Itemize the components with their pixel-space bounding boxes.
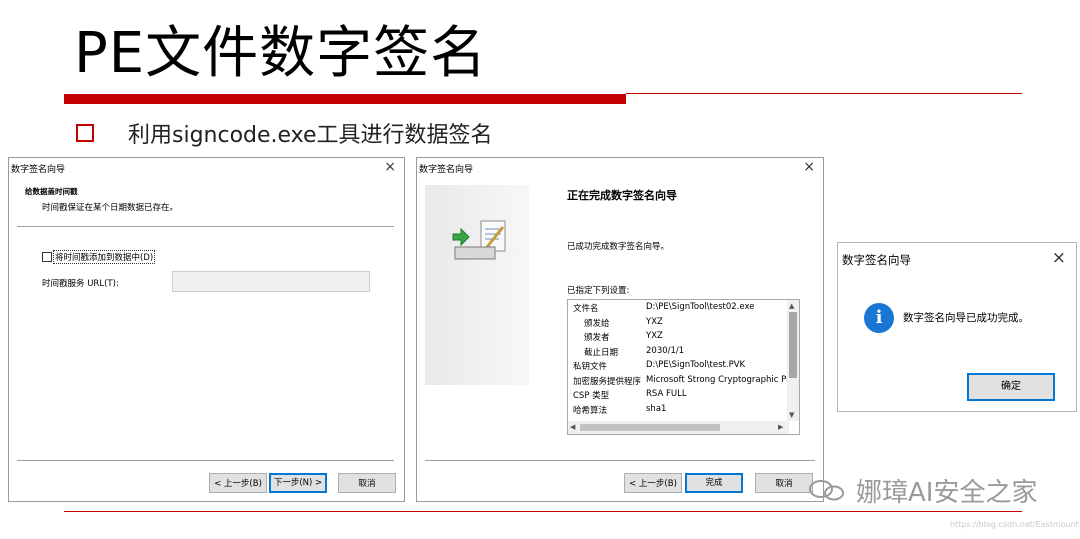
success-dialog: 数字签名向导 × i 数字签名向导已成功完成。 确定 [837,242,1077,412]
cancel-button[interactable]: 取消 [755,473,813,493]
setting-key: 哈希算法 [573,405,608,416]
info-icon: i [864,303,894,333]
setting-value: Microsoft Strong Cryptographic Pr [646,374,790,385]
scroll-up-icon[interactable]: ▲ [789,301,794,311]
window-titlebar: 数字签名向导 × [417,158,823,178]
divider [425,460,815,461]
success-message: 已成功完成数字签名向导。 [567,242,670,252]
setting-key: 加密服务提供程序 [573,376,642,387]
setting-value: D:\PE\SignTool\test.PVK [646,360,746,370]
title-underline-bar [64,94,626,104]
scroll-down-icon[interactable]: ▼ [789,410,794,420]
next-button[interactable]: 下一步(N) > [269,473,327,493]
scrollbar-thumb[interactable] [789,312,797,378]
finish-button[interactable]: 完成 [685,473,743,493]
bullet-text: 利用signcode.exe工具进行数据签名 [128,123,493,148]
horizontal-scrollbar[interactable]: ◀ ▶ [568,421,789,434]
setting-key: 截止日期 [584,347,619,358]
footer-line [64,511,1022,512]
watermark-url: https://blog.csdn.net/Eastmount [950,520,1079,529]
slide-title: PE文件数字签名 [74,21,488,86]
setting-value: YXZ [646,316,663,327]
setting-key: 私钥文件 [573,362,608,372]
timestamp-url-input[interactable] [172,271,370,292]
bullet-square-icon [76,124,94,142]
window-title: 数字签名向导 [11,165,66,175]
setting-value: D:\PE\SignTool\test02.exe [646,302,755,312]
scroll-right-icon[interactable]: ▶ [778,422,783,432]
divider [17,460,394,461]
setting-key: 颁发给 [584,318,610,329]
setting-value: YXZ [646,331,663,341]
close-icon[interactable]: × [384,159,396,175]
setting-value: sha1 [646,403,667,414]
add-timestamp-checkbox[interactable] [42,252,52,262]
watermark-text: 娜璋AI安全之家 [856,478,1038,508]
timestamp-wizard-window: 数字签名向导 × 给数据盖时间戳 时间戳保证在某个日期数据已存在。 将时间戳添加… [8,157,405,502]
setting-value: RSA FULL [646,389,687,399]
window-title: 数字签名向导 [419,165,474,175]
back-button[interactable]: < 上一步(B) [624,473,682,493]
back-button[interactable]: < 上一步(B) [209,473,267,493]
setting-key: 文件名 [573,304,599,314]
wizard-side-panel [425,185,529,385]
signing-wizard-icon [452,220,506,260]
window-titlebar: 数字签名向导 × [9,158,404,178]
wechat-icon [809,480,844,501]
ok-button[interactable]: 确定 [967,373,1055,401]
setting-key: 颁发者 [584,333,610,343]
scrollbar-thumb[interactable] [580,424,720,431]
vertical-scrollbar[interactable]: ▲ ▼ [787,300,799,421]
title-underline-line [626,93,1022,94]
settings-label: 已指定下列设置: [567,286,630,296]
completion-wizard-window: 数字签名向导 × 正在完成数字签名向导 已成功完成数字签名向导。 已指定下列设置… [416,157,824,502]
setting-value: 2030/1/1 [646,345,685,356]
close-icon[interactable]: × [803,159,815,175]
setting-key: CSP 类型 [573,391,610,401]
divider [17,226,394,227]
timestamp-url-label: 时间戳服务 URL(T): [42,279,119,289]
dialog-message: 数字签名向导已成功完成。 [903,312,1029,324]
page-heading: 给数据盖时间戳 [25,187,78,196]
add-timestamp-label[interactable]: 将时间戳添加到数据中(D) [53,250,156,264]
page-description: 时间戳保证在某个日期数据已存在。 [42,203,179,213]
scroll-left-icon[interactable]: ◀ [570,422,575,432]
settings-listbox[interactable]: 哈希算法 sha1 CSP 类型 RSA FULL 加密服务提供程序 Microsoft … [567,299,800,435]
dialog-title: 数字签名向导 [842,253,911,267]
cancel-button[interactable]: 取消 [338,473,396,493]
close-icon[interactable]: × [1052,248,1066,268]
page-heading: 正在完成数字签名向导 [567,189,677,202]
